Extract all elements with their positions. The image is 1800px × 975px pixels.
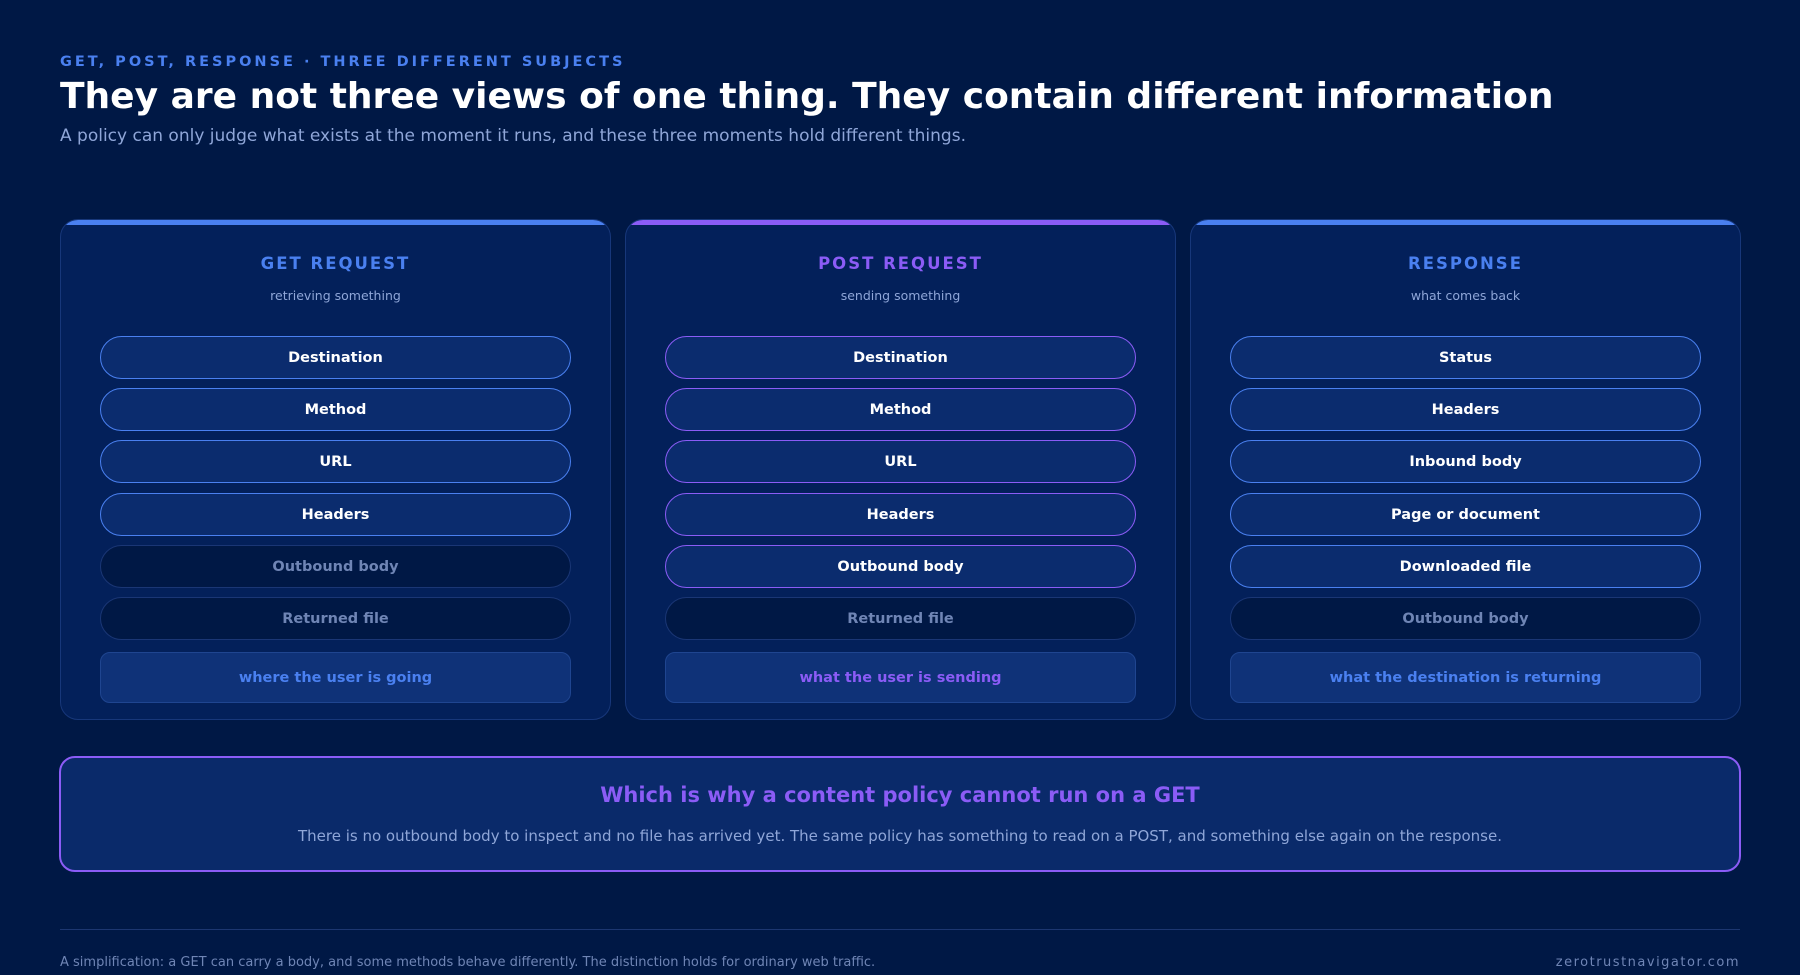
field-pill: Method	[100, 388, 571, 431]
field-pill: Destination	[665, 336, 1136, 379]
card-subtitle: retrieving something	[270, 288, 401, 303]
card-accent-bar	[626, 220, 1175, 225]
card-summary: what the user is sending	[665, 652, 1136, 703]
footer-credit: zerotrustnavigator.com	[1555, 955, 1740, 970]
card-accent-bar	[1191, 220, 1740, 225]
field-pill: Outbound body	[1230, 597, 1701, 640]
card-subtitle: sending something	[840, 288, 961, 303]
callout-box: Which is why a content policy cannot run…	[59, 756, 1741, 872]
field-pill: Headers	[100, 493, 571, 536]
field-pill: Page or document	[1230, 493, 1701, 536]
callout-text: There is no outbound body to inspect and…	[297, 827, 1502, 845]
field-pill: URL	[665, 440, 1136, 483]
page-subtitle: A policy can only judge what exists at t…	[60, 126, 966, 146]
card-title: GET REQUEST	[260, 254, 411, 273]
field-pill: URL	[100, 440, 571, 483]
card-title: POST REQUEST	[818, 254, 983, 273]
callout-title: Which is why a content policy cannot run…	[600, 783, 1200, 807]
footer-divider	[60, 929, 1740, 930]
field-pill: Downloaded file	[1230, 545, 1701, 588]
field-pill: Returned file	[665, 597, 1136, 640]
field-pill: Destination	[100, 336, 571, 379]
page-title: They are not three views of one thing. T…	[60, 76, 1554, 117]
card-subtitle: what comes back	[1410, 288, 1521, 303]
field-pill: Outbound body	[665, 545, 1136, 588]
field-pill: Inbound body	[1230, 440, 1701, 483]
eyebrow: GET, POST, RESPONSE · THREE DIFFERENT SU…	[60, 54, 626, 70]
field-pill: Returned file	[100, 597, 571, 640]
card-summary: what the destination is returning	[1230, 652, 1701, 703]
card-summary: where the user is going	[100, 652, 571, 703]
card-title: RESPONSE	[1408, 254, 1523, 273]
card-response: RESPONSE what comes back Status Headers …	[1190, 219, 1741, 720]
field-pill: Outbound body	[100, 545, 571, 588]
card-accent-bar	[61, 220, 610, 225]
field-pill: Headers	[665, 493, 1136, 536]
field-pill: Headers	[1230, 388, 1701, 431]
field-pill: Status	[1230, 336, 1701, 379]
card-post-request: POST REQUEST sending something Destinati…	[625, 219, 1176, 720]
footer-note: A simplification: a GET can carry a body…	[60, 955, 876, 970]
card-get-request: GET REQUEST retrieving something Destina…	[60, 219, 611, 720]
field-pill: Method	[665, 388, 1136, 431]
